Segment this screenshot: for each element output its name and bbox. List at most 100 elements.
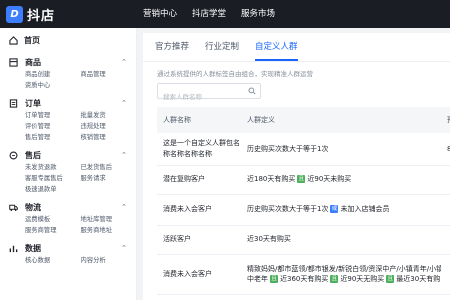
- app-name: 抖店: [27, 9, 56, 24]
- condition: 最近30天有购: [396, 275, 441, 283]
- top-nav: 营销中心 抖店学堂 服务市场: [143, 0, 275, 28]
- topnav-market[interactable]: 服务市场: [241, 0, 275, 28]
- order-icon: [9, 98, 18, 108]
- tab-divider: [143, 61, 450, 62]
- sidebar-item-label: 首页: [24, 35, 40, 45]
- sidebar-item-order-manage[interactable]: 订单管理: [25, 110, 81, 121]
- sidebar-item-fast-refund[interactable]: 极速退款单: [25, 184, 81, 195]
- condition: 中老年: [247, 275, 268, 283]
- chart-icon: [9, 245, 18, 252]
- top-bar: D 抖店 营销中心 抖店学堂 服务市场: [0, 0, 450, 28]
- section-title: 订单: [25, 98, 41, 108]
- sidebar-item-review-manage[interactable]: 评价管理: [25, 121, 81, 132]
- and-tag: 且: [297, 175, 306, 184]
- audience-table: 人群名称 人群定义 预 这是一个自定义人群包名称名称名称名称 历史购买次数大于等…: [157, 107, 450, 295]
- sidebar-item-verify[interactable]: 核销管理: [81, 132, 137, 143]
- table-row[interactable]: 潜在复购客户 近180天有购买且近90天未购买: [157, 165, 450, 195]
- sidebar-item-content-analysis[interactable]: 内容分析: [81, 255, 137, 266]
- condition: 精致妈妈/都市蓝领/都市银发/新锐白领/资深中产/小镇青年/小镇: [247, 264, 441, 273]
- audience-definition: 精致妈妈/都市蓝领/都市银发/新锐白领/资深中产/小镇青年/小镇 中老年且近36…: [241, 254, 441, 295]
- table-row[interactable]: 这是一个自定义人群包名称名称名称名称 历史购买次数大于等于1次 88: [157, 133, 450, 166]
- sidebar-item-address-book[interactable]: 地址库管理: [81, 214, 137, 225]
- audience-estimate: [441, 194, 450, 226]
- sidebar-section-logistics: 物流 ⌃ 运费模板 地址库管理 服务商管理 服务商地址: [0, 200, 136, 236]
- service-icon: [9, 151, 18, 159]
- sidebar-item-product-create[interactable]: 商品创建: [25, 69, 81, 80]
- or-tag: 或: [330, 205, 339, 214]
- condition: 近360天有购买: [280, 275, 329, 283]
- sidebar-section-service: 售后 ⌃ 未发货退款 已发货售后 客服专属售后 服务请求 极速退款单: [0, 148, 136, 195]
- chevron-up-icon[interactable]: ⌃: [121, 58, 127, 66]
- chevron-up-icon[interactable]: ⌃: [121, 151, 127, 159]
- condition: 近180天有购买: [247, 175, 296, 184]
- audience-name: 活跃客户: [157, 225, 241, 255]
- sidebar-item-freight-template[interactable]: 运费模板: [25, 214, 81, 225]
- topnav-marketing[interactable]: 营销中心: [143, 0, 177, 28]
- section-title: 售后: [25, 150, 41, 160]
- sidebar-section-orders: 订单 ⌃ 订单管理 批量发货 评价管理 违规处理 售后管理 核销管理: [0, 96, 136, 143]
- audience-definition: 历史购买次数大于等于1次或未加入店铺会员: [241, 194, 441, 226]
- sidebar-item-provider-manage[interactable]: 服务商管理: [25, 225, 81, 236]
- sidebar-section-header[interactable]: 订单 ⌃: [0, 96, 136, 110]
- sidebar-item-provider-address[interactable]: 服务商地址: [81, 225, 137, 236]
- table-header-row: 人群名称 人群定义 预: [157, 107, 450, 133]
- audience-definition: 近180天有购买且近90天未购买: [241, 165, 441, 195]
- audience-estimate: [441, 254, 450, 295]
- chevron-up-icon[interactable]: ⌃: [121, 244, 127, 252]
- audience-name: 潜在复购客户: [157, 165, 241, 195]
- condition: 近90天未购买: [307, 175, 352, 184]
- audience-definition: 历史购买次数大于等于1次: [241, 133, 441, 166]
- sidebar-item-after-sale[interactable]: 售后管理: [25, 132, 81, 143]
- table-row[interactable]: 活跃客户 近30天有购买: [157, 225, 450, 255]
- column-header-estimate: 预: [441, 107, 450, 133]
- chevron-up-icon[interactable]: ⌃: [121, 203, 127, 211]
- column-header-definition: 人群定义: [241, 107, 441, 133]
- truck-icon: [9, 204, 18, 211]
- topnav-school[interactable]: 抖店学堂: [192, 0, 226, 28]
- tab-industry[interactable]: 行业定制: [203, 33, 241, 61]
- sidebar-item-core-data[interactable]: 核心数据: [25, 255, 81, 266]
- sidebar-item-service-request[interactable]: 服务请求: [81, 173, 137, 184]
- home-icon: [9, 35, 18, 45]
- sidebar-section-header[interactable]: 数据 ⌃: [0, 241, 136, 255]
- tab-bar: 官方推荐 行业定制 自定义人群: [153, 33, 300, 61]
- audience-estimate: [441, 165, 450, 195]
- logo-icon: D: [6, 6, 23, 23]
- logo[interactable]: D 抖店: [6, 5, 55, 24]
- tab-official[interactable]: 官方推荐: [153, 33, 191, 61]
- condition: 历史购买次数大于等于1次: [247, 205, 329, 214]
- sidebar-section-header[interactable]: 商品 ⌃: [0, 55, 136, 69]
- section-title: 物流: [25, 202, 41, 212]
- sidebar-item-shipped-aftersale[interactable]: 已发货售后: [81, 162, 137, 173]
- sidebar-item-qualification[interactable]: 资质中心: [25, 80, 81, 91]
- and-tag: 且: [330, 275, 339, 283]
- sidebar-item-cs-aftersale[interactable]: 客服专属售后: [25, 173, 81, 184]
- sidebar-section-header[interactable]: 售后 ⌃: [0, 148, 136, 162]
- chevron-up-icon[interactable]: ⌃: [121, 99, 127, 107]
- main-panel: 官方推荐 行业定制 自定义人群 通过系统提供的人群标签自由组合，实现精准人群运营…: [143, 33, 450, 300]
- sidebar-item-violation[interactable]: 违规处理: [81, 121, 137, 132]
- audience-name: 这是一个自定义人群包名称名称名称名称: [157, 133, 241, 166]
- sidebar-section-header[interactable]: 物流 ⌃: [0, 200, 136, 214]
- section-title: 商品: [25, 57, 41, 67]
- search-box: [157, 83, 261, 104]
- audience-definition: 近30天有购买: [241, 225, 441, 255]
- sidebar-item-batch-ship[interactable]: 批量发货: [81, 110, 137, 121]
- search-icon[interactable]: [248, 87, 256, 95]
- table-row[interactable]: 消费未入会客户 精致妈妈/都市蓝领/都市银发/新锐白领/资深中产/小镇青年/小镇…: [157, 254, 450, 295]
- column-header-name: 人群名称: [157, 107, 241, 133]
- sidebar-item-home[interactable]: 首页: [0, 30, 136, 50]
- condition: 近90天无购买: [340, 275, 385, 283]
- audience-estimate: [441, 225, 450, 255]
- page-description: 通过系统提供的人群标签自由组合，实现精准人群运营: [157, 70, 313, 78]
- and-tag: 且: [386, 275, 395, 283]
- table-row[interactable]: 消费未入会客户 历史购买次数大于等于1次或未加入店铺会员: [157, 194, 450, 226]
- sidebar-item-unshipped-refund[interactable]: 未发货退款: [25, 162, 81, 173]
- sidebar-section-data: 数据 ⌃ 核心数据 内容分析: [0, 241, 136, 266]
- tab-custom-audience[interactable]: 自定义人群: [253, 33, 300, 61]
- search-input[interactable]: [158, 90, 246, 104]
- audience-name: 消费未入会客户: [157, 194, 241, 226]
- sidebar-item-product-manage[interactable]: 商品管理: [81, 69, 137, 80]
- audience-estimate: 88: [441, 133, 450, 166]
- audience-name: 消费未入会客户: [157, 254, 241, 295]
